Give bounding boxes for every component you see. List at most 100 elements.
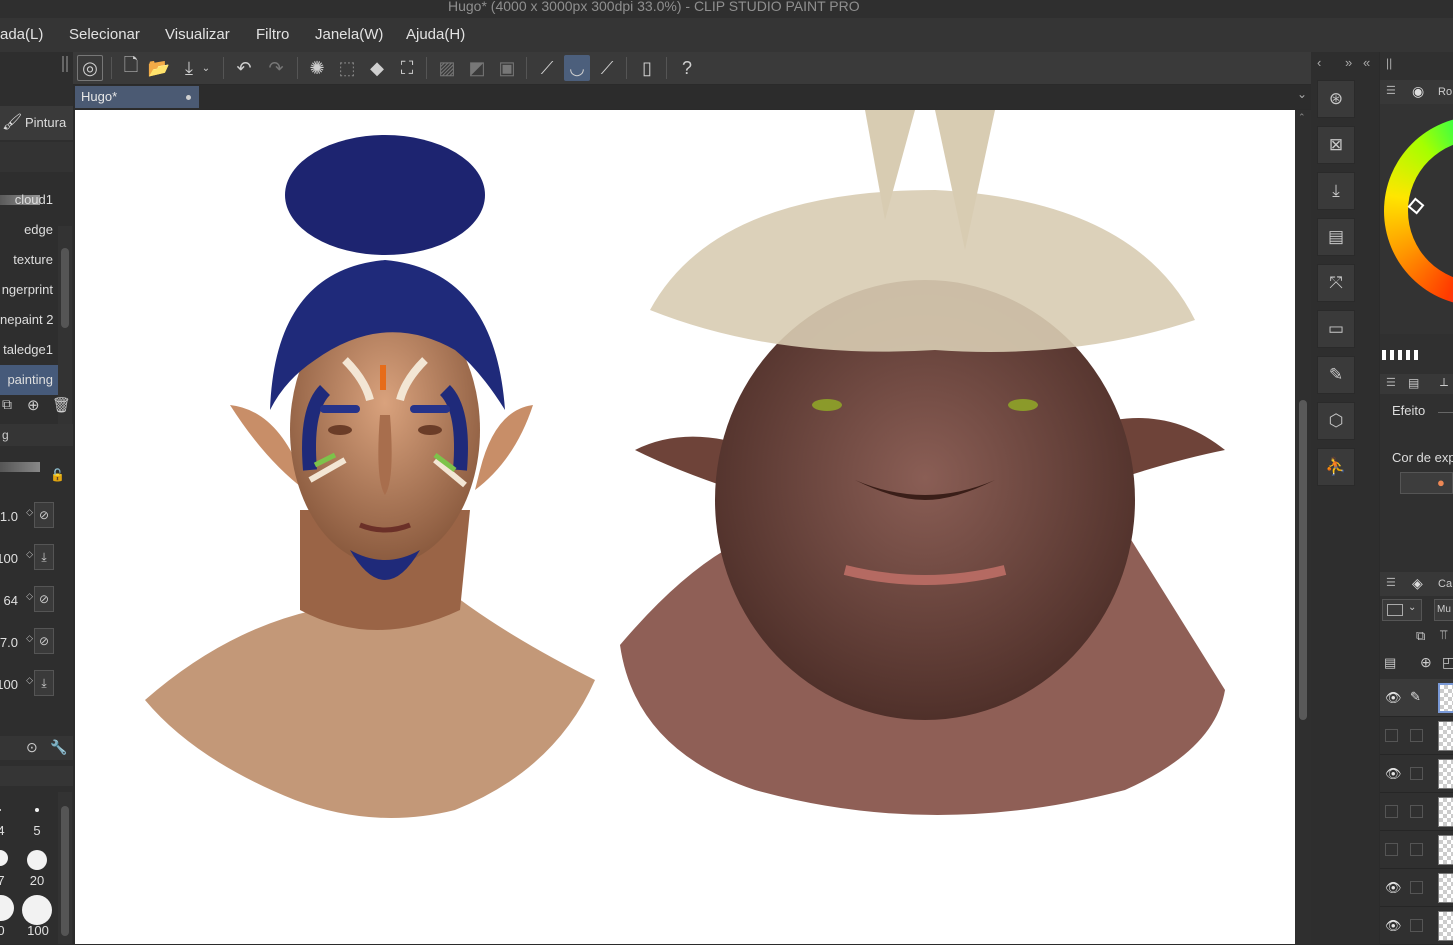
- new-file-icon[interactable]: 🗋: [118, 55, 144, 81]
- eye-icon[interactable]: 👁: [1385, 918, 1402, 934]
- fill-icon[interactable]: ◆: [364, 55, 390, 81]
- layer-row[interactable]: 👁: [1380, 755, 1453, 793]
- edit-toggle[interactable]: [1410, 881, 1423, 894]
- property-value[interactable]: 1.0: [0, 509, 18, 524]
- canvas-vertical-scrollbar[interactable]: ⌃: [1295, 110, 1311, 944]
- invert-selection-icon[interactable]: ◩: [464, 55, 490, 81]
- panel-grip-icon[interactable]: [62, 56, 68, 72]
- tool-tab[interactable]: 🖌 Pintura: [0, 106, 73, 140]
- menu-item-layer[interactable]: ada(L): [0, 26, 43, 43]
- panel-grip-icon[interactable]: ||: [1386, 56, 1392, 70]
- layer-mask-icon[interactable]: ◰: [1442, 654, 1453, 671]
- delete-brush-icon[interactable]: 🗑: [52, 396, 71, 414]
- transform-icon[interactable]: ⛶: [394, 55, 420, 81]
- undo-icon[interactable]: ↶: [231, 55, 257, 81]
- edit-toggle[interactable]: [1410, 843, 1423, 856]
- show-selection-icon[interactable]: ▣: [494, 55, 520, 81]
- download-icon[interactable]: ⤓: [34, 670, 54, 696]
- brush-item-edge[interactable]: edge: [0, 215, 58, 245]
- edit-toggle[interactable]: [1410, 767, 1423, 780]
- double-chevron-right-icon[interactable]: »: [1345, 55, 1352, 70]
- brush-size-dot[interactable]: [0, 895, 14, 921]
- visibility-toggle[interactable]: [1385, 729, 1398, 742]
- layer-row[interactable]: 👁: [1380, 869, 1453, 907]
- brush-item-painting[interactable]: painting: [0, 365, 58, 395]
- layer-property-icon[interactable]: ▤: [1317, 218, 1355, 256]
- transparent-color-swatch[interactable]: [1382, 350, 1418, 360]
- wrench-icon[interactable]: 🔧: [50, 739, 67, 756]
- chevron-up-icon[interactable]: ⌃: [1298, 112, 1306, 123]
- edit-toggle[interactable]: [1410, 919, 1423, 932]
- clip-studio-icon[interactable]: ◎: [77, 55, 103, 81]
- spin-arrows-icon[interactable]: ◇: [26, 591, 33, 602]
- layer-row[interactable]: [1380, 717, 1453, 755]
- redo-icon[interactable]: ↷: [263, 55, 289, 81]
- double-chevron-left-icon[interactable]: «: [1363, 55, 1370, 70]
- pose-figure-icon[interactable]: ⛹: [1317, 448, 1355, 486]
- sub-tool-detail-icon[interactable]: ⊙: [26, 739, 38, 756]
- snap-to-ruler-icon[interactable]: ⟋: [534, 55, 560, 81]
- brush-size-dot[interactable]: [27, 850, 47, 870]
- pen-icon[interactable]: ✎: [1410, 689, 1421, 705]
- eye-icon[interactable]: 👁: [1385, 690, 1402, 706]
- eye-icon[interactable]: 👁: [1385, 880, 1402, 896]
- snap-to-special-ruler-icon[interactable]: ◡: [564, 55, 590, 81]
- eye-icon[interactable]: 👁: [1385, 766, 1402, 782]
- document-tab[interactable]: Hugo*: [75, 86, 199, 108]
- help-icon[interactable]: ?: [674, 55, 700, 81]
- brush-item-fingerprint[interactable]: ngerprint: [0, 275, 58, 305]
- download-icon[interactable]: ⤓: [34, 544, 54, 570]
- open-folder-icon[interactable]: 📂: [146, 55, 172, 81]
- color-wheel-area[interactable]: [1380, 104, 1453, 334]
- edit-toggle[interactable]: [1410, 729, 1423, 742]
- brush-size-dot[interactable]: [0, 809, 1, 811]
- material-icon[interactable]: ⊠: [1317, 126, 1355, 164]
- scrollbar-thumb[interactable]: [1299, 400, 1307, 720]
- chevron-down-icon[interactable]: ⌄: [1297, 87, 1307, 101]
- layer-row-active[interactable]: 👁 ✎: [1380, 679, 1453, 717]
- clear-outside-selection-icon[interactable]: ⬚: [334, 55, 360, 81]
- brush-item-cloud[interactable]: cloud1: [0, 185, 58, 215]
- menu-item-select[interactable]: Selecionar: [69, 26, 140, 43]
- layer-property-tab[interactable]: ☰ ▤ ⟂: [1380, 374, 1453, 394]
- spin-arrows-icon[interactable]: ◇: [26, 507, 33, 518]
- clear-icon[interactable]: ✺: [304, 55, 330, 81]
- duplicate-brush-icon[interactable]: ⧉: [2, 396, 12, 413]
- drawing-canvas[interactable]: [75, 110, 1295, 944]
- scrollbar-thumb[interactable]: [61, 806, 69, 936]
- smartphone-icon[interactable]: ▯: [634, 55, 660, 81]
- color-wheel-tab[interactable]: ☰ ◉ Ro: [1380, 80, 1453, 104]
- brush-size-dot[interactable]: [22, 895, 52, 925]
- new-layer-icon[interactable]: ⊕: [1420, 654, 1432, 671]
- property-value[interactable]: 100: [0, 677, 18, 692]
- snap-to-grid-icon[interactable]: ⟋: [594, 55, 620, 81]
- scrollbar-thumb[interactable]: [61, 248, 69, 328]
- brush-size-dot[interactable]: [35, 808, 39, 812]
- 3d-cube-icon[interactable]: ⬡: [1317, 402, 1355, 440]
- pressure-settings-icon[interactable]: ⊘: [34, 586, 54, 612]
- sub-view-icon[interactable]: ▭: [1317, 310, 1355, 348]
- brush-item-texture[interactable]: texture: [0, 245, 58, 275]
- chevron-down-icon[interactable]: ⌄: [198, 55, 214, 81]
- blend-mode-select[interactable]: Mu: [1434, 599, 1453, 621]
- add-brush-icon[interactable]: ⊕: [27, 396, 40, 414]
- layer-panel-tab[interactable]: ☰ ◈ Ca: [1380, 572, 1453, 596]
- navigator-icon[interactable]: ⊛: [1317, 80, 1355, 118]
- menu-item-view[interactable]: Visualizar: [165, 26, 230, 43]
- layer-row[interactable]: [1380, 793, 1453, 831]
- layer-color-select[interactable]: ⌄: [1382, 599, 1422, 621]
- brush-size-scrollbar[interactable]: [58, 792, 72, 944]
- visibility-toggle[interactable]: [1385, 843, 1398, 856]
- property-value[interactable]: 64: [4, 593, 18, 608]
- visibility-toggle[interactable]: [1385, 805, 1398, 818]
- clip-layer-icon[interactable]: ⫪: [1440, 627, 1447, 643]
- chevron-left-icon[interactable]: ‹: [1317, 55, 1321, 70]
- layer-list-icon[interactable]: ▤: [1384, 655, 1396, 671]
- spin-arrows-icon[interactable]: ◇: [26, 675, 33, 686]
- edit-toggle[interactable]: [1410, 805, 1423, 818]
- expression-color-button[interactable]: ●: [1400, 472, 1453, 494]
- reference-layer-icon[interactable]: ⧉: [1416, 628, 1425, 644]
- pressure-settings-icon[interactable]: ⊘: [34, 502, 54, 528]
- menu-icon[interactable]: ☰: [1386, 576, 1396, 589]
- menu-item-help[interactable]: Ajuda(H): [406, 26, 465, 43]
